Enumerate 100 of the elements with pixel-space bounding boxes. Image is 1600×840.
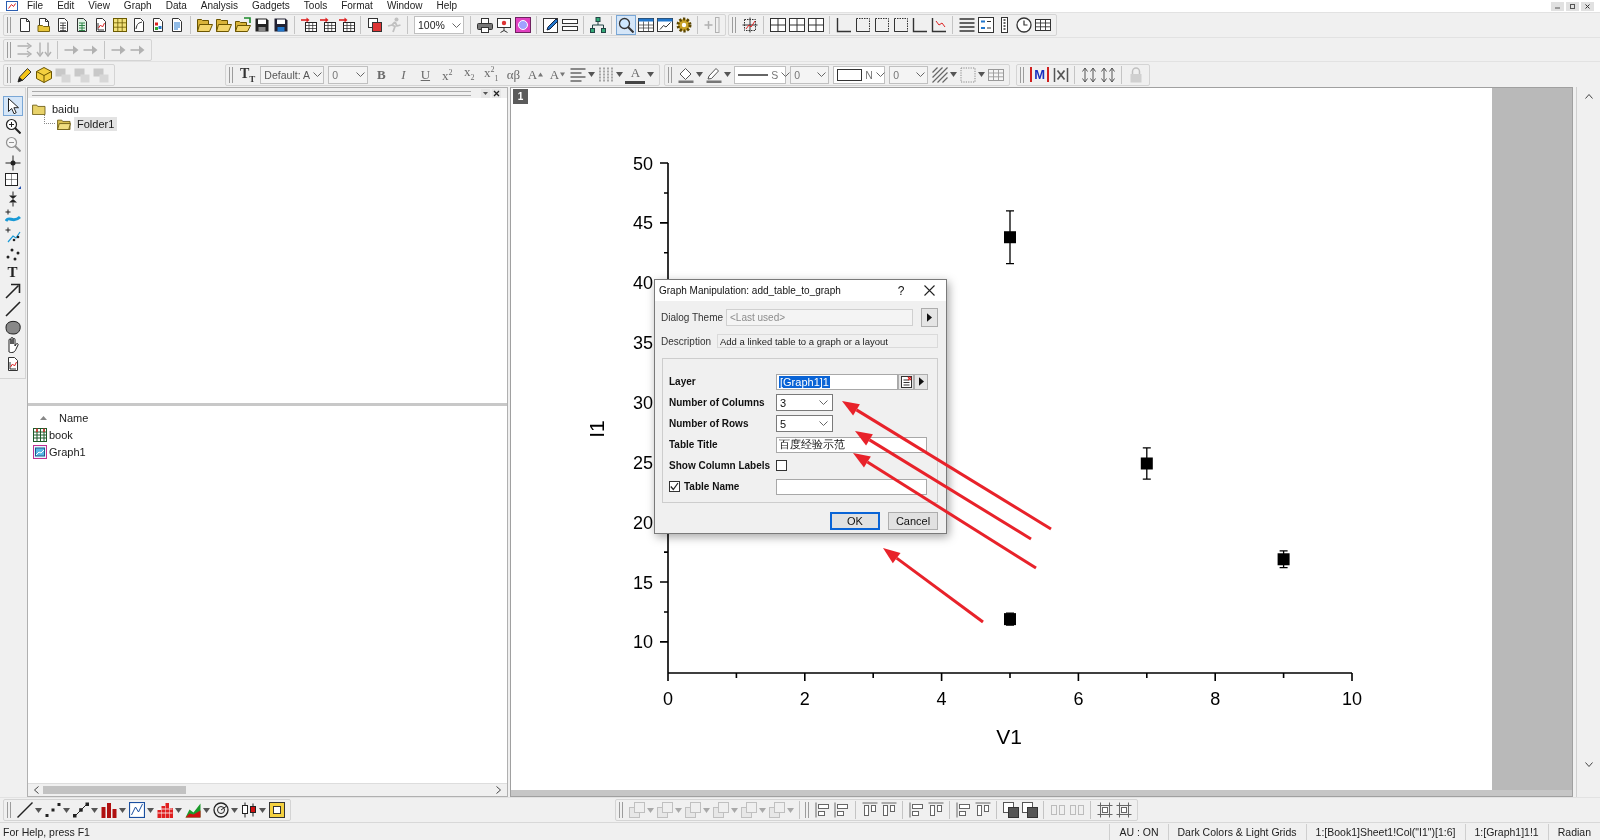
- book-icon[interactable]: [268, 802, 285, 818]
- shrink-font-button[interactable]: A: [547, 66, 568, 83]
- legend-icon[interactable]: [977, 17, 994, 33]
- axis-frame-icon[interactable]: [835, 17, 852, 33]
- chart-frame-icon[interactable]: [128, 802, 145, 818]
- align-icon[interactable]: [569, 66, 586, 83]
- tree-item[interactable]: Folder1: [74, 116, 118, 131]
- pen-icon[interactable]: [705, 66, 722, 83]
- caret-icon[interactable]: [978, 72, 986, 77]
- zoom-in-icon[interactable]: [4, 118, 21, 135]
- menu-item[interactable]: Data: [158, 0, 194, 12]
- caret-icon[interactable]: [35, 807, 42, 813]
- chart-window-icon[interactable]: [656, 17, 673, 33]
- bold-button[interactable]: B: [371, 66, 392, 83]
- font-combo[interactable]: Default: A: [260, 65, 325, 84]
- zoom-combo[interactable]: 100%: [414, 16, 464, 34]
- axis-box-icon[interactable]: [873, 17, 890, 33]
- magnifier-button[interactable]: [616, 15, 636, 35]
- caret-icon[interactable]: [259, 807, 266, 813]
- scroll-up-icon[interactable]: [1584, 94, 1593, 99]
- table-window-icon[interactable]: [637, 17, 654, 33]
- area-chart-icon[interactable]: [184, 802, 201, 818]
- group-frame-icon[interactable]: [1115, 802, 1132, 818]
- vertical-arrows-icon[interactable]: [1099, 66, 1116, 83]
- open-folder-icon[interactable]: [215, 17, 232, 33]
- caret-icon[interactable]: [231, 807, 238, 813]
- menu-item[interactable]: Graph: [116, 0, 159, 12]
- bar-chart-icon[interactable]: [100, 802, 117, 818]
- dotted-box-icon[interactable]: [4, 172, 21, 189]
- text-field[interactable]: 百度经验示范: [776, 436, 927, 453]
- edit-note-icon[interactable]: [542, 17, 559, 33]
- caret-icon[interactable]: [724, 72, 732, 77]
- presentation-icon[interactable]: [495, 17, 512, 33]
- subscript-button[interactable]: x$_{2}$: [459, 63, 480, 86]
- layout-grid-icon[interactable]: [807, 17, 824, 33]
- caret-icon[interactable]: [147, 807, 154, 813]
- scatter-plot-icon[interactable]: [44, 802, 61, 818]
- caret-icon[interactable]: [696, 72, 704, 77]
- font-color-button[interactable]: A: [625, 65, 646, 84]
- pattern-icon[interactable]: [931, 66, 948, 83]
- text-tool-button[interactable]: T: [7, 263, 18, 281]
- stacked-bars-icon[interactable]: [156, 802, 173, 818]
- pencil-icon[interactable]: [16, 66, 33, 83]
- dropdown-icon[interactable]: [481, 88, 490, 98]
- lines-icon[interactable]: [958, 17, 975, 33]
- layout-grid-icon[interactable]: [769, 17, 786, 33]
- underline-button[interactable]: U: [415, 66, 436, 83]
- table-icon[interactable]: [1034, 17, 1051, 33]
- restore-icon[interactable]: [1566, 1, 1579, 11]
- candlestick-icon[interactable]: [240, 802, 257, 818]
- close-icon[interactable]: [924, 285, 935, 296]
- caret-icon[interactable]: [119, 807, 126, 813]
- menu-item[interactable]: Edit: [50, 0, 82, 12]
- cube-icon[interactable]: [35, 66, 52, 83]
- ok-button[interactable]: OK: [830, 512, 880, 530]
- layout-grid-icon[interactable]: [788, 17, 805, 33]
- scroll-down-icon[interactable]: [1584, 762, 1593, 767]
- crosshair-icon[interactable]: [4, 154, 21, 171]
- font-size-combo[interactable]: 0: [328, 65, 369, 84]
- align-objects-icon[interactable]: [814, 802, 831, 818]
- axis-frame-icon[interactable]: [930, 17, 947, 33]
- caret-icon[interactable]: [616, 72, 624, 77]
- size-combo[interactable]: 0: [889, 65, 929, 84]
- polar-plot-icon[interactable]: [212, 802, 229, 818]
- layer-tab[interactable]: 1: [513, 89, 528, 104]
- dotted-squares-icon[interactable]: [1049, 802, 1066, 818]
- caret-icon[interactable]: [63, 807, 70, 813]
- menu-item[interactable]: Analysis: [193, 0, 246, 12]
- menu-item[interactable]: View: [81, 0, 117, 12]
- open-folder-icon[interactable]: [196, 17, 213, 33]
- fill-bucket-icon[interactable]: [677, 66, 694, 83]
- menu-item[interactable]: Window: [379, 0, 430, 12]
- close-icon[interactable]: [1581, 1, 1594, 11]
- menu-item[interactable]: Tools: [296, 0, 335, 12]
- mask-points-icon[interactable]: [4, 227, 21, 244]
- gear-icon[interactable]: [675, 17, 692, 33]
- text-field[interactable]: [776, 478, 927, 495]
- grow-font-button[interactable]: A: [525, 66, 546, 83]
- pointer-tool-button[interactable]: [2, 96, 23, 116]
- folder-arrow-icon[interactable]: [234, 17, 251, 33]
- checkbox[interactable]: [669, 481, 680, 492]
- greek-button[interactable]: αβ: [503, 66, 524, 83]
- align-objects-icon[interactable]: [861, 802, 878, 818]
- overlapping-squares-icon[interactable]: [1021, 802, 1038, 818]
- align-objects-icon[interactable]: [927, 802, 944, 818]
- axis-box-icon[interactable]: [854, 17, 871, 33]
- copy-pages-icon[interactable]: [366, 17, 383, 33]
- menu-button[interactable]: [914, 373, 928, 390]
- mask-button[interactable]: M: [1030, 67, 1050, 82]
- sort-arrow-icon[interactable]: [40, 416, 47, 420]
- align-objects-icon[interactable]: [974, 802, 991, 818]
- combo-box[interactable]: 3: [776, 394, 833, 411]
- cancel-button[interactable]: Cancel: [888, 512, 938, 530]
- vertical-arrows-icon[interactable]: [1080, 66, 1097, 83]
- list-item[interactable]: book: [49, 429, 73, 441]
- menu-item[interactable]: Format: [334, 0, 380, 12]
- import-table-icon[interactable]: [300, 17, 317, 33]
- caret-icon[interactable]: [588, 72, 596, 77]
- align-objects-icon[interactable]: [880, 802, 897, 818]
- axis-box-icon[interactable]: [892, 17, 909, 33]
